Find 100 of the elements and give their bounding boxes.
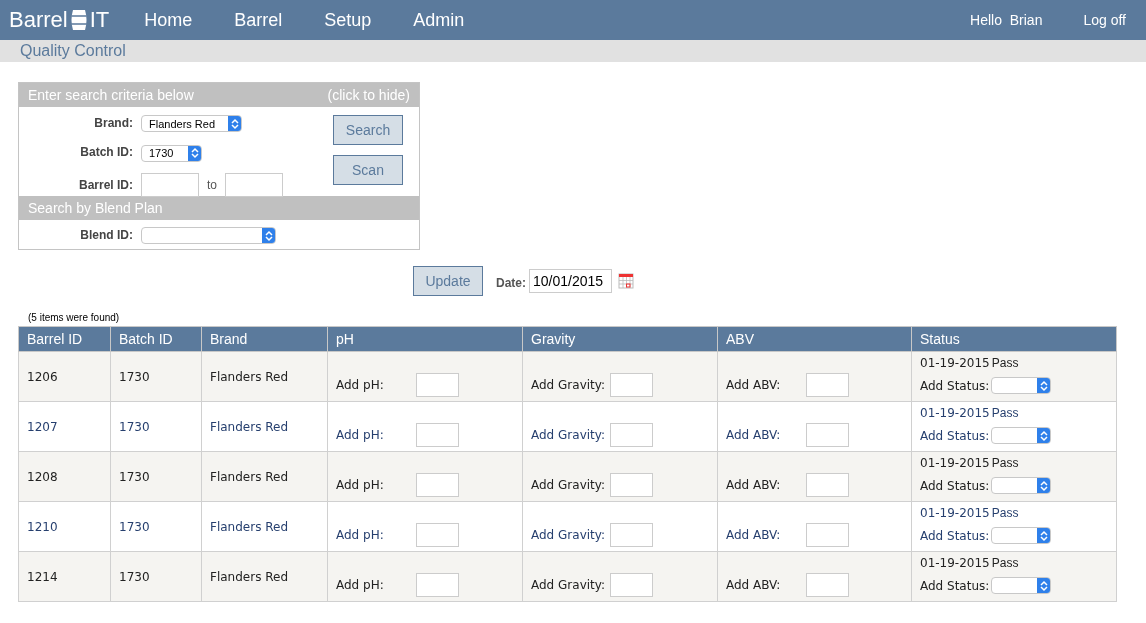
chevron-icon (262, 228, 275, 244)
brand-select[interactable]: Flanders Red (141, 115, 242, 133)
chevron-icon (1037, 528, 1051, 544)
batch-id-cell: 1730 (110, 451, 202, 502)
result-count: (5 items were found) (28, 312, 120, 324)
status-select[interactable] (991, 377, 1052, 395)
brand-label: Brand: (93, 116, 133, 131)
abv-label: Add ABV: (726, 378, 782, 393)
logo-text: IT (89, 7, 110, 33)
chevron-icon (188, 145, 201, 161)
update-button[interactable]: Update (413, 266, 483, 297)
gravity-field[interactable] (610, 423, 654, 448)
barrel-id-from-field[interactable] (141, 172, 199, 197)
status-select[interactable] (991, 577, 1052, 595)
gravity-label: Add Gravity: (531, 528, 606, 543)
ph-label: Add pH: (336, 578, 385, 593)
column-header[interactable]: Barrel ID (18, 326, 111, 352)
barrel-id-to-field[interactable] (225, 172, 283, 197)
batch-id-cell: 1730 (110, 401, 202, 452)
column-header[interactable]: Batch ID (110, 326, 202, 352)
barrel-id-cell: 1208 (18, 451, 111, 502)
gravity-field[interactable] (610, 573, 654, 598)
blend-id-select[interactable] (141, 227, 276, 245)
barrel-id-cell: 1207 (18, 401, 111, 452)
nav-link[interactable]: Barrel (234, 9, 283, 31)
abv-field[interactable] (806, 573, 849, 598)
search-button[interactable]: Search (333, 115, 403, 145)
column-header[interactable]: Status (911, 326, 1117, 352)
range-separator: to (207, 177, 217, 192)
ph-field[interactable] (416, 423, 459, 448)
gravity-label: Add Gravity: (531, 428, 606, 443)
status-select[interactable] (991, 477, 1052, 495)
barrel-id-cell: 1210 (18, 501, 111, 552)
blend-id-label: Blend ID: (79, 228, 133, 243)
status-date: 01-19-2015 (920, 456, 990, 471)
column-header[interactable]: ABV (717, 326, 912, 352)
gravity-label: Add Gravity: (531, 378, 606, 393)
logout-link[interactable]: Log off (1083, 12, 1126, 28)
ph-field[interactable] (416, 373, 459, 398)
abv-field[interactable] (806, 473, 849, 498)
abv-label: Add ABV: (726, 578, 782, 593)
calendar-icon[interactable] (618, 273, 634, 290)
brand-cell: Flanders Red (201, 351, 328, 402)
chevron-icon (1037, 428, 1051, 444)
chevron-icon (1037, 378, 1051, 394)
gravity-field[interactable] (610, 373, 654, 398)
status-select[interactable] (991, 427, 1052, 445)
status-label: Add Status: (920, 478, 990, 493)
batch-id-cell: 1730 (110, 351, 202, 402)
batch-id-label: Batch ID: (79, 145, 133, 160)
abv-label: Add ABV: (726, 478, 782, 493)
status-date: 01-19-2015 (920, 556, 990, 571)
batch-id-select[interactable]: 1730 (141, 144, 202, 162)
nav-link[interactable]: Setup (324, 9, 372, 31)
barrel-icon (69, 9, 88, 31)
column-header[interactable]: Gravity (522, 326, 718, 352)
batch-id-cell: 1730 (110, 501, 202, 552)
chevron-icon (228, 116, 241, 132)
scan-button[interactable]: Scan (333, 155, 403, 185)
brand-cell: Flanders Red (201, 551, 328, 602)
gravity-label: Add Gravity: (531, 578, 606, 593)
column-header[interactable]: pH (327, 326, 523, 352)
gravity-field[interactable] (610, 523, 654, 548)
abv-label: Add ABV: (726, 528, 782, 543)
column-header[interactable]: Brand (201, 326, 328, 352)
status-select[interactable] (991, 527, 1052, 545)
status-result: Pass (991, 556, 1019, 571)
ph-field[interactable] (416, 523, 459, 548)
barrel-id-label: Barrel ID: (77, 177, 133, 192)
nav-link[interactable]: Admin (413, 9, 465, 31)
status-label: Add Status: (920, 428, 990, 443)
status-result: Pass (991, 406, 1019, 421)
page-title: Quality Control (0, 40, 1146, 62)
chevron-icon (1037, 578, 1051, 594)
status-label: Add Status: (920, 378, 990, 393)
brand-cell: Flanders Red (201, 401, 328, 452)
brand-cell: Flanders Red (201, 451, 328, 502)
ph-label: Add pH: (336, 478, 385, 493)
nav-link[interactable]: Home (144, 9, 193, 31)
gravity-label: Add Gravity: (531, 478, 606, 493)
date-field[interactable]: 10/01/2015 (529, 269, 612, 294)
abv-field[interactable] (806, 423, 849, 448)
ph-field[interactable] (416, 573, 459, 598)
logo-text: Barrel (9, 7, 68, 33)
gravity-field[interactable] (610, 473, 654, 498)
ph-label: Add pH: (336, 378, 385, 393)
status-date: 01-19-2015 (920, 506, 990, 521)
panel-title: Enter search criteria below (28, 87, 194, 103)
section-title: Search by Blend Plan (28, 200, 163, 216)
abv-label: Add ABV: (726, 428, 782, 443)
user-greeting: Hello Brian (970, 12, 1043, 28)
abv-field[interactable] (806, 523, 849, 548)
status-label: Add Status: (920, 578, 990, 593)
abv-field[interactable] (806, 373, 849, 398)
status-result: Pass (991, 506, 1019, 521)
ph-field[interactable] (416, 473, 459, 498)
status-label: Add Status: (920, 528, 990, 543)
chevron-icon (1037, 478, 1051, 494)
barrel-id-cell: 1214 (18, 551, 111, 602)
ph-label: Add pH: (336, 428, 385, 443)
